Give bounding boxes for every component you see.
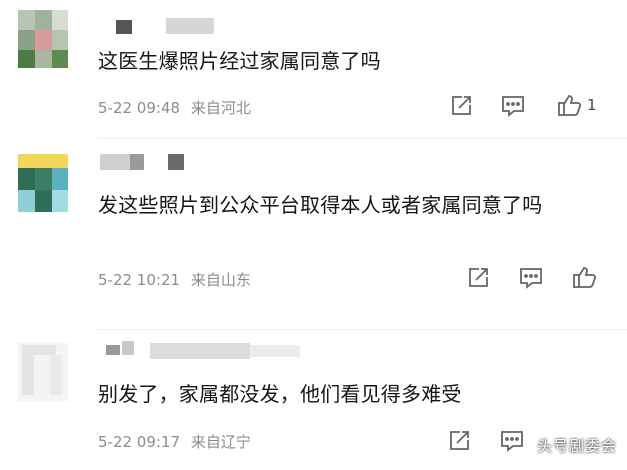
comment-time: 5-22 09:17	[98, 433, 181, 451]
comment-icon[interactable]	[499, 428, 525, 454]
comment-location: 来自山东	[190, 271, 251, 289]
comment-meta: 5-22 09:17 来自辽宁	[98, 431, 257, 452]
avatar[interactable]	[18, 154, 68, 212]
comment-location: 来自辽宁	[190, 433, 251, 451]
comment-location: 来自河北	[190, 99, 251, 117]
avatar[interactable]	[18, 343, 68, 401]
comment-text: 别发了，家属都没发，他们看见得多难受	[98, 382, 462, 406]
share-icon[interactable]	[465, 265, 491, 291]
comment-meta: 5-22 10:21 来自山东	[98, 269, 257, 290]
avatar[interactable]	[18, 10, 68, 68]
comment-item: 别发了，家属都没发，他们看见得多难受 5-22 09:17 来自辽宁	[0, 331, 627, 470]
divider	[98, 329, 627, 330]
share-icon[interactable]	[446, 428, 472, 454]
comment-text: 这医生爆照片经过家属同意了吗	[98, 49, 381, 73]
comment-item: 这医生爆照片经过家属同意了吗 5-22 09:48 来自河北 1	[0, 0, 627, 140]
comment-icon[interactable]	[500, 93, 526, 119]
comment-icon[interactable]	[518, 265, 544, 291]
share-icon[interactable]	[448, 93, 474, 119]
like-count: 1	[587, 96, 597, 114]
comment-meta: 5-22 09:48 来自河北	[98, 97, 257, 118]
comment-item: 发这些照片到公众平台取得本人或者家属同意了吗 5-22 10:21 来自山东	[0, 140, 627, 330]
comment-time: 5-22 09:48	[98, 99, 181, 117]
divider	[98, 138, 627, 139]
thumbs-up-icon[interactable]	[571, 264, 597, 290]
watermark: 头号剧委会	[536, 437, 617, 455]
thumbs-up-icon[interactable]	[556, 92, 582, 118]
comment-text: 发这些照片到公众平台取得本人或者家属同意了吗	[98, 193, 543, 217]
comment-time: 5-22 10:21	[98, 271, 181, 289]
